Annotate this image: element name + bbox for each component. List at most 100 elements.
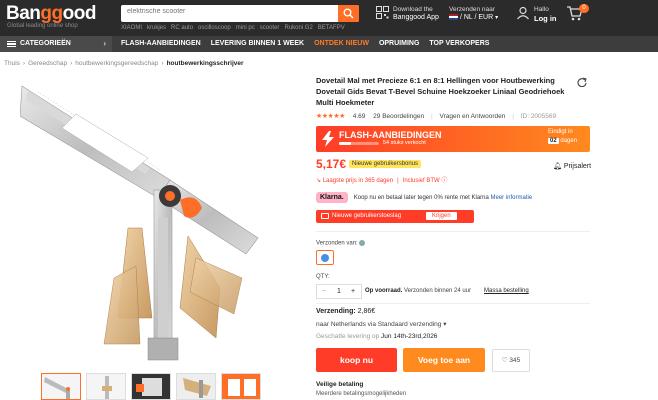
price-notes: ↘ Laagste prijs in 365 dagen | Inclusief B… xyxy=(316,175,447,184)
netherlands-flag-icon xyxy=(449,14,458,21)
price-alert-button[interactable]: 🔔︎ Prijsalert xyxy=(553,162,591,170)
ends-label: Eindigt in xyxy=(548,129,573,135)
klarna-logo: Klarna. xyxy=(316,192,348,204)
add-to-cart-button[interactable]: Voeg toe aan xyxy=(403,348,485,372)
new-user-coupon: Nieuwe gebruikerstoeslag Krijgen xyxy=(316,210,474,223)
note-divider: | xyxy=(397,178,399,184)
logo-text-3: ood xyxy=(62,3,97,24)
klarna-more-link[interactable]: Meer informatie xyxy=(491,195,533,201)
shipping-cost: Verzending: 2,86€ xyxy=(316,308,375,315)
nav-top-sellers[interactable]: TOP VERKOPERS xyxy=(429,40,489,47)
breadcrumb-separator: › xyxy=(70,60,73,67)
eta-label: Geschatte levering op xyxy=(316,333,380,340)
nav-flash-deals[interactable]: FLASH-AANBIEDINGEN xyxy=(121,40,201,47)
share-icon[interactable] xyxy=(577,77,587,87)
shipping-label: Verzending: xyxy=(316,308,356,315)
qty-increase-button[interactable]: + xyxy=(351,288,355,295)
stock-note: Op voorraad. Verzonden binnen 24 uur xyxy=(365,288,471,294)
search-button[interactable] xyxy=(338,5,359,22)
quantity-stepper: − 1 + xyxy=(316,284,362,299)
account-greeting: Hallo xyxy=(534,6,549,13)
breadcrumb-separator: › xyxy=(22,60,26,67)
nav-clearance[interactable]: OPRUIMING xyxy=(379,40,419,47)
breadcrumb-tools[interactable]: Gereedschap xyxy=(28,60,67,67)
delivery-estimate: Geschatte levering op Jun 14th-23rd,2026 xyxy=(316,333,437,340)
buy-now-button[interactable]: koop nu xyxy=(316,348,397,372)
nav-links: FLASH-AANBIEDINGEN LEVERING BINNEN 1 WEEK… xyxy=(121,36,499,52)
logo-text-2: gg xyxy=(40,3,63,24)
hotword-link[interactable]: RC auto xyxy=(171,25,193,31)
sold-progress-bar xyxy=(339,142,379,145)
product-thumbnail[interactable] xyxy=(221,373,261,400)
price-alert-label: Prijsalert xyxy=(563,163,592,170)
reviews-link[interactable]: 29 Beoordelingen xyxy=(373,113,424,120)
shipping-method[interactable]: naar Netherlands via Standaard verzendin… xyxy=(316,320,446,328)
product-main-image[interactable] xyxy=(20,78,272,368)
qr-code-icon xyxy=(376,6,389,19)
product-thumbnail[interactable] xyxy=(131,373,171,400)
hotword-link[interactable]: Rukoni G2 xyxy=(284,25,312,31)
ship-to-selector[interactable]: Verzenden naar / NL / EUR ▾ xyxy=(449,6,498,21)
rating-divider: | xyxy=(430,113,433,120)
product-thumbnail[interactable] xyxy=(41,373,81,400)
cart-button[interactable]: 0 xyxy=(566,4,589,27)
wishlist-button[interactable]: ♡ 345 xyxy=(492,349,530,372)
trend-down-icon: ↘ xyxy=(316,178,322,184)
countdown: 02 dagen xyxy=(548,138,577,144)
breadcrumb-woodworking[interactable]: houtbewerkingsgereedschap xyxy=(75,60,158,67)
hotword-link[interactable]: BETAFPV xyxy=(318,25,345,31)
product-thumbnail[interactable] xyxy=(86,373,126,400)
breadcrumb-home[interactable]: Thuis xyxy=(4,60,20,67)
new-user-bonus-badge: Nieuwe gebruikersbonus xyxy=(349,160,422,168)
login-link[interactable]: Log in xyxy=(534,14,557,23)
secure-payment-title: Veilige betaling xyxy=(316,381,364,388)
countdown-days: 02 xyxy=(548,138,559,144)
info-icon xyxy=(359,240,366,246)
hotword-link[interactable]: scooter xyxy=(260,25,280,31)
stock-status: Op voorraad. xyxy=(365,288,403,294)
hotword-link[interactable]: mini pc xyxy=(236,25,255,31)
rating-score: 4.69 xyxy=(352,113,366,120)
hotword-link[interactable]: krukjes xyxy=(147,25,166,31)
breadcrumb: Thuis › Gereedschap › houtbewerkingsgereedsc… xyxy=(4,60,244,67)
thumbnail-image xyxy=(44,377,70,399)
thumbnail-image xyxy=(222,374,260,399)
menu-icon xyxy=(7,41,16,47)
hotword-link[interactable]: oscilloscoop xyxy=(198,25,231,31)
qa-link[interactable]: Vragen en Antwoorden xyxy=(439,113,505,120)
ship-line2: / NL / EUR xyxy=(459,14,494,21)
bell-icon: 🔔︎ xyxy=(553,163,562,170)
chevron-down-icon: ▾ xyxy=(443,321,447,328)
nav-discover-new[interactable]: ONTDEK NIEUW xyxy=(314,40,369,47)
vat-note: Inclusief BTW xyxy=(402,178,440,184)
qty-decrease-button[interactable]: − xyxy=(322,288,326,295)
coupon-label: Nieuwe gebruikerstoeslag xyxy=(332,213,402,219)
qty-label: QTY: xyxy=(316,274,330,280)
bulk-order-link[interactable]: Massa bestelling xyxy=(484,288,529,294)
account-menu[interactable]: Hallo Log in xyxy=(516,6,557,25)
section-divider xyxy=(316,231,590,232)
wishlist-count: 345 xyxy=(509,357,521,364)
thumbnail-image xyxy=(177,374,215,399)
shipping-method-text: naar Netherlands via Standaard verzendin… xyxy=(316,321,442,328)
logo-tagline: Global leading online shop xyxy=(7,23,78,29)
rating-stars: ★★★★★ xyxy=(316,113,345,120)
warehouse-option[interactable] xyxy=(316,250,334,265)
categories-menu[interactable]: CATEGORIEËN › xyxy=(0,36,112,52)
hotword-link[interactable]: XIAOMI xyxy=(121,25,142,31)
main-nav: CATEGORIEËN › FLASH-AANBIEDINGEN LEVERING… xyxy=(0,36,658,52)
section-divider xyxy=(316,303,590,304)
cart-count-badge: 0 xyxy=(579,4,589,13)
search-input[interactable] xyxy=(127,8,327,15)
thumbnail-image xyxy=(102,376,112,399)
banggood-logo[interactable]: Banggood xyxy=(6,3,96,25)
klarna-row: Klarna. Koop nu en betaal later tegen 0% … xyxy=(316,189,532,207)
product-thumbnail[interactable] xyxy=(176,373,216,400)
nav-delivery-week[interactable]: LEVERING BINNEN 1 WEEK xyxy=(211,40,304,47)
claim-coupon-button[interactable]: Krijgen xyxy=(426,212,457,220)
search-bar xyxy=(121,5,359,22)
sold-count: 54 stuks verkocht xyxy=(383,140,426,146)
breadcrumb-current: houtbewerkingsschrijver xyxy=(166,60,244,67)
qty-value[interactable]: 1 xyxy=(337,288,341,295)
hot-search-words: XIAOMI krukjes RC auto oscilloscoop mini pc s… xyxy=(121,25,350,31)
